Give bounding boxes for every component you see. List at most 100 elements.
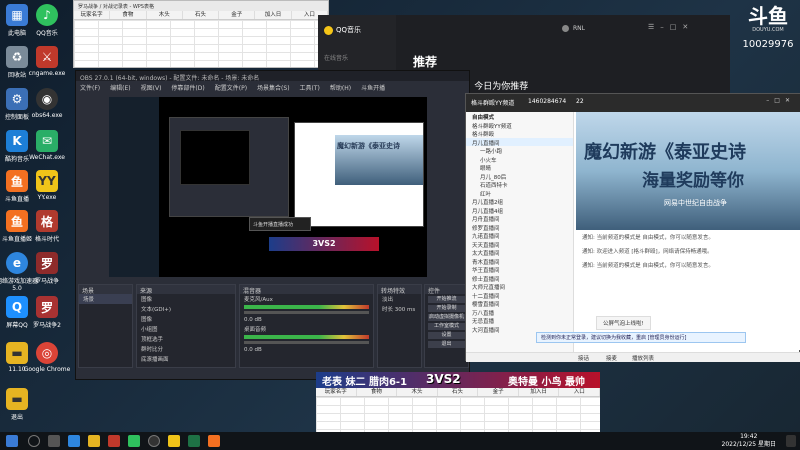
channel-user[interactable]: 眼睛 (466, 163, 573, 172)
channel-item[interactable]: 月儿直播2组 (466, 197, 573, 206)
douyu-task-icon[interactable] (208, 435, 220, 447)
channel-item[interactable]: 格斗群殴 (466, 129, 573, 138)
qqmusic-window-controls[interactable]: ☰–□✕ (648, 23, 694, 31)
channel-item[interactable]: 月儿直播4组 (466, 206, 573, 215)
volume-slider[interactable] (244, 341, 369, 344)
channel-item[interactable]: 月儿直播间 (466, 137, 573, 147)
obs-preview-canvas[interactable]: 魔幻新游《泰亚史诗 斗鱼开播直播成功 3VS2 (109, 97, 427, 277)
channel-item[interactable]: 万八直播 (466, 308, 573, 317)
source-item[interactable]: 底滚播画面 (137, 354, 235, 364)
start-streaming-button[interactable]: 开始推流 (428, 296, 465, 303)
column-header[interactable]: 金子 (478, 388, 519, 396)
playlist-button[interactable]: 播放列表 (632, 354, 654, 362)
start-recording-button[interactable]: 开始录制 (428, 305, 465, 312)
channel-item[interactable]: 格斗群殴YY频道 (466, 121, 573, 130)
menu-item[interactable]: 文件(F) (80, 83, 100, 92)
desktop-icon-rome2[interactable]: 罗罗马战争2 (22, 296, 72, 329)
transition-duration[interactable]: 时长 300 ms (378, 304, 421, 314)
channel-item[interactable]: 修罗直播间 (466, 223, 573, 232)
close-icon[interactable]: ✕ (785, 97, 795, 104)
channel-user[interactable]: 月儿_80后 (466, 172, 573, 181)
column-header[interactable]: 食物 (110, 11, 147, 19)
source-item[interactable]: 文本(GDI+) (137, 304, 235, 314)
desktop-icon-cngame[interactable]: ⚔ cngame.exe (22, 46, 72, 77)
yy-task-icon[interactable] (168, 435, 180, 447)
column-header[interactable]: 玩家名字 (74, 11, 111, 19)
yy-video-area[interactable]: 魔幻新游《泰亚史诗 海量奖励等你 网易中世纪自由战争 (576, 112, 800, 230)
desktop-icon-qqmusic[interactable]: ♪ QQ音乐 (22, 4, 72, 37)
edge-icon[interactable] (68, 435, 80, 447)
obs-window[interactable]: OBS 27.0.1 (64-bit, windows) - 配置文件: 未命名… (75, 70, 470, 380)
start-icon[interactable] (6, 435, 18, 447)
column-header[interactable]: 加入日 (519, 388, 560, 396)
source-item[interactable]: 图像 (137, 294, 235, 304)
search-icon[interactable] (28, 435, 40, 447)
channel-user[interactable]: 石道西特卡 (466, 180, 573, 189)
column-header[interactable]: 石头 (438, 388, 479, 396)
channel-user[interactable]: 一路小跑 (466, 146, 573, 155)
desktop-icon-wechat[interactable]: ✉ WeChat.exe (22, 130, 72, 161)
qqmusic-nav-online[interactable]: 在线音乐 (324, 53, 348, 62)
channel-item[interactable]: 青木直播间 (466, 257, 573, 266)
column-header[interactable]: 木头 (147, 11, 183, 19)
column-header[interactable]: 玩家名字 (316, 388, 357, 396)
menu-item[interactable]: 斗鱼开播 (361, 83, 385, 92)
channel-item[interactable]: 无忌直播 (466, 316, 573, 325)
source-item[interactable]: 顶框选手 (137, 334, 235, 344)
desktop-icon-chrome[interactable]: ◎ Google Chrome (22, 342, 72, 373)
column-header[interactable]: 木头 (397, 388, 438, 396)
close-icon[interactable]: ✕ (682, 23, 694, 31)
source-item[interactable]: 图像 (137, 314, 235, 324)
virtual-camera-button[interactable]: 启动虚拟摄像机 (428, 314, 465, 321)
desktop-icon-rome[interactable]: 罗罗马战争 (22, 252, 72, 285)
menu-item[interactable]: 编辑(E) (110, 83, 130, 92)
yy-warning-tip[interactable]: 检测到你未正常登录，建议切换为我收藏，重启 [管理员身份运行] (536, 332, 746, 343)
channel-item[interactable]: 月舟直播间 (466, 214, 573, 223)
channel-item[interactable]: 天天直播间 (466, 240, 573, 249)
channel-item[interactable]: 修士直播间 (466, 274, 573, 283)
channel-item[interactable]: 大师兄直播间 (466, 282, 573, 291)
column-header[interactable]: 金子 (219, 11, 256, 19)
transition-select[interactable]: 淡出 (378, 294, 421, 304)
source-item[interactable]: 群时比分 (137, 344, 235, 354)
scene-item[interactable]: 场景 (79, 294, 132, 304)
column-header[interactable]: 食物 (357, 388, 398, 396)
studio-mode-button[interactable]: 工作室模式 (428, 323, 465, 330)
channel-item[interactable]: 九诺直播间 (466, 231, 573, 240)
channel-item[interactable]: 华王直播间 (466, 265, 573, 274)
talk-button[interactable]: 接话 (578, 354, 589, 362)
spreadsheet-window-top[interactable]: 罗马战争 / 对战记录表 - WPS表格 玩家名字 食物 木头 石头 金子 加入… (73, 0, 329, 68)
yy-window-controls[interactable]: –□✕ (766, 97, 795, 104)
obs-task-icon[interactable] (148, 435, 160, 447)
desktop-icon-fight[interactable]: 格格斗时代 (22, 210, 72, 243)
sheet-cells[interactable] (316, 397, 600, 432)
menu-item[interactable]: 视图(V) (141, 83, 162, 92)
mic-button[interactable]: 接麦 (606, 354, 617, 362)
qqmusic-user[interactable]: RNL (562, 25, 585, 32)
menu-icon[interactable]: ☰ (648, 23, 660, 31)
maximize-icon[interactable]: □ (774, 97, 785, 104)
sheet-cells[interactable] (74, 20, 328, 67)
channel-user[interactable]: 红叶 (466, 189, 573, 198)
menu-item[interactable]: 工具(T) (300, 83, 320, 92)
qqmusic-task-icon[interactable] (128, 435, 140, 447)
source-item[interactable]: 小组图 (137, 324, 235, 334)
channel-item[interactable]: 太大直播间 (466, 248, 573, 257)
menu-item[interactable]: 场景集合(S) (257, 83, 290, 92)
column-header[interactable]: 石头 (183, 11, 220, 19)
column-header[interactable]: 加入日 (255, 11, 292, 19)
desktop-icon-yy[interactable]: YY YY.exe (22, 170, 72, 201)
channel-item[interactable]: 樱雪直播间 (466, 299, 573, 308)
exit-button[interactable]: 退出 (428, 341, 465, 348)
maximize-icon[interactable]: □ (670, 23, 683, 31)
task-view-icon[interactable] (48, 435, 60, 447)
yy-window[interactable]: 格斗群殴YY频道 1460284674 22 –□✕ 自由模式 格斗群殴YY频道… (465, 93, 800, 362)
volume-slider[interactable] (244, 311, 369, 314)
explorer-icon[interactable] (88, 435, 100, 447)
spreadsheet-window-bottom[interactable]: 玩家名字 食物 木头 石头 金子 加入日 入口 (316, 388, 601, 432)
sheet-task-icon[interactable] (188, 435, 200, 447)
taskbar-clock[interactable]: 19:42 2022/12/25 星期日 (722, 433, 777, 449)
app-icon[interactable] (108, 435, 120, 447)
menu-item[interactable]: 停靠部件(D) (171, 83, 204, 92)
desktop-icon-exit[interactable]: ▬ 退出 (0, 388, 42, 421)
